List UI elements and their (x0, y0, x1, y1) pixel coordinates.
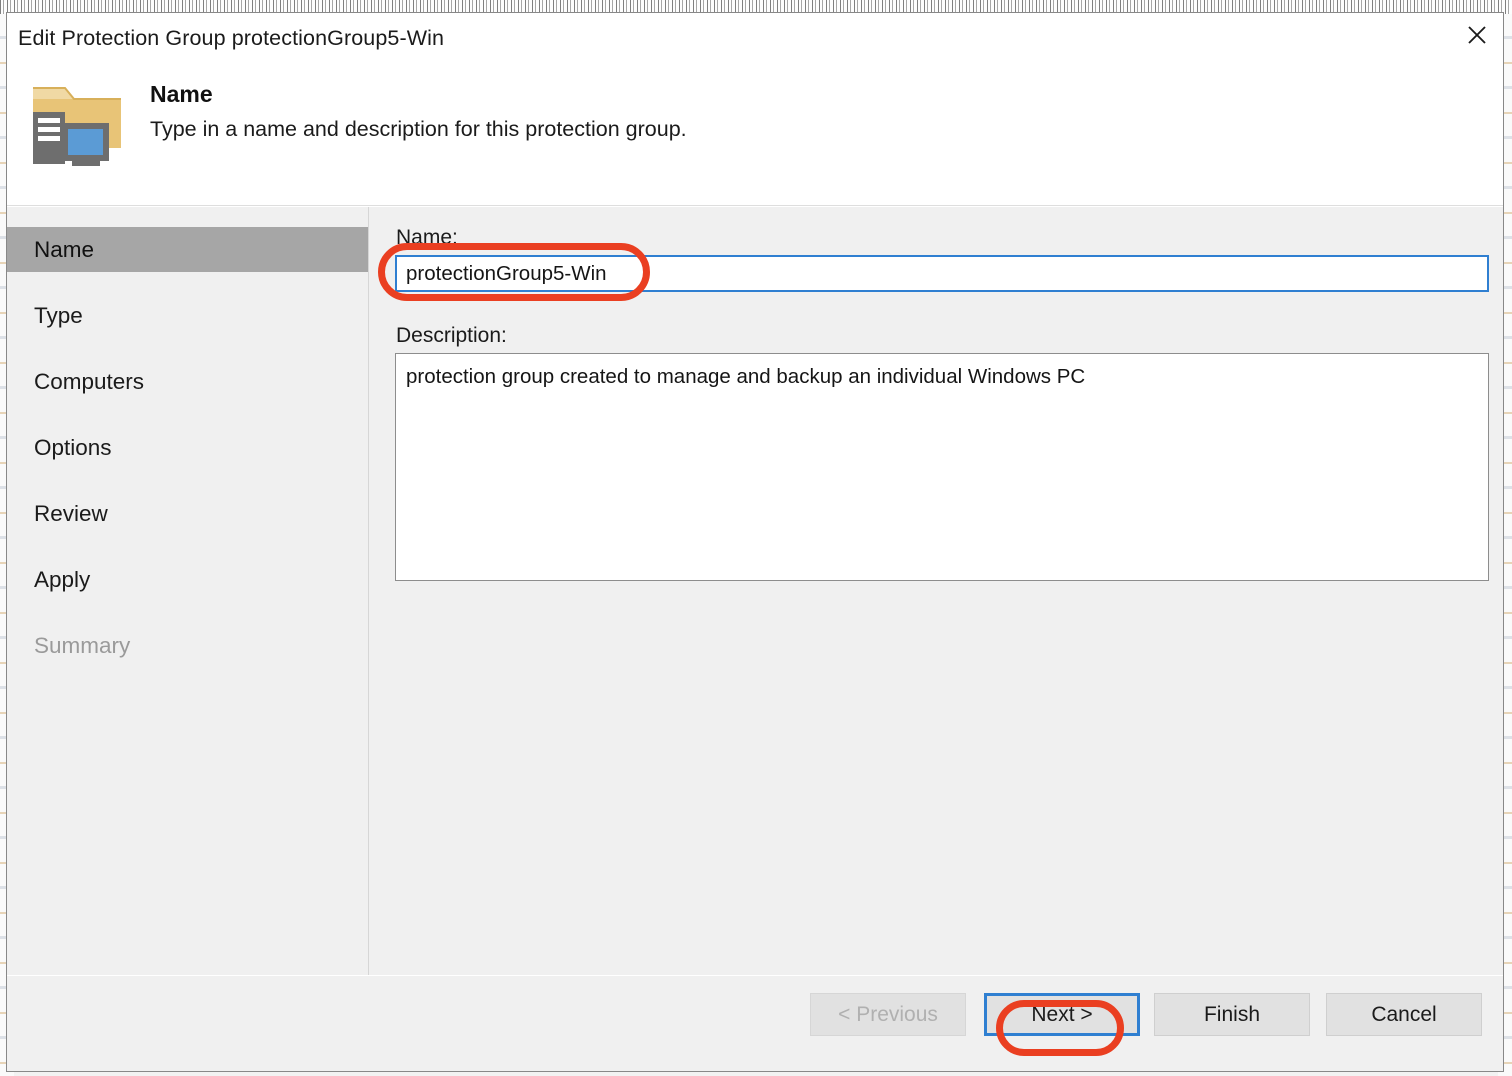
close-icon[interactable] (1451, 13, 1503, 57)
wizard-content-pane: Name: Description: (369, 207, 1503, 975)
next-button[interactable]: Next > (984, 993, 1140, 1036)
protection-group-folder-computer-icon (25, 72, 129, 172)
finish-button[interactable]: Finish (1154, 993, 1310, 1036)
description-input[interactable] (395, 353, 1489, 581)
name-input[interactable] (395, 255, 1489, 292)
sidebar-item-label: Options (34, 434, 112, 460)
sidebar-item-label: Computers (34, 368, 145, 394)
wizard-step-sidebar: Name Type Computers Options Review Apply… (7, 207, 369, 975)
sidebar-item-name[interactable]: Name (7, 227, 368, 272)
sidebar-item-type[interactable]: Type (7, 293, 368, 338)
sidebar-item-label: Review (34, 500, 108, 526)
sidebar-item-options[interactable]: Options (7, 425, 368, 470)
sidebar-item-label: Summary (34, 632, 131, 658)
dialog-body: Name Type Computers Options Review Apply… (7, 206, 1503, 975)
sidebar-item-summary: Summary (7, 623, 368, 668)
sidebar-item-label: Name (34, 236, 95, 262)
cancel-button[interactable]: Cancel (1326, 993, 1482, 1036)
previous-button: < Previous (810, 993, 966, 1036)
sidebar-item-computers[interactable]: Computers (7, 359, 368, 404)
sidebar-item-label: Apply (34, 566, 91, 592)
sidebar-item-apply[interactable]: Apply (7, 557, 368, 602)
dialog-header: Name Type in a name and description for … (7, 62, 1503, 206)
header-title: Name (150, 81, 213, 107)
dialog-title: Edit Protection Group protectionGroup5-W… (18, 26, 445, 50)
sidebar-item-review[interactable]: Review (7, 491, 368, 536)
dialog-titlebar: Edit Protection Group protectionGroup5-W… (7, 13, 1503, 62)
sidebar-item-label: Type (34, 302, 83, 328)
name-field-label: Name: (396, 226, 458, 249)
header-subtitle: Type in a name and description for this … (150, 117, 687, 141)
dialog-footer: < Previous Next > Finish Cancel (7, 975, 1503, 1071)
edit-protection-group-dialog: Edit Protection Group protectionGroup5-W… (6, 12, 1504, 1072)
description-field-label: Description: (396, 324, 507, 347)
